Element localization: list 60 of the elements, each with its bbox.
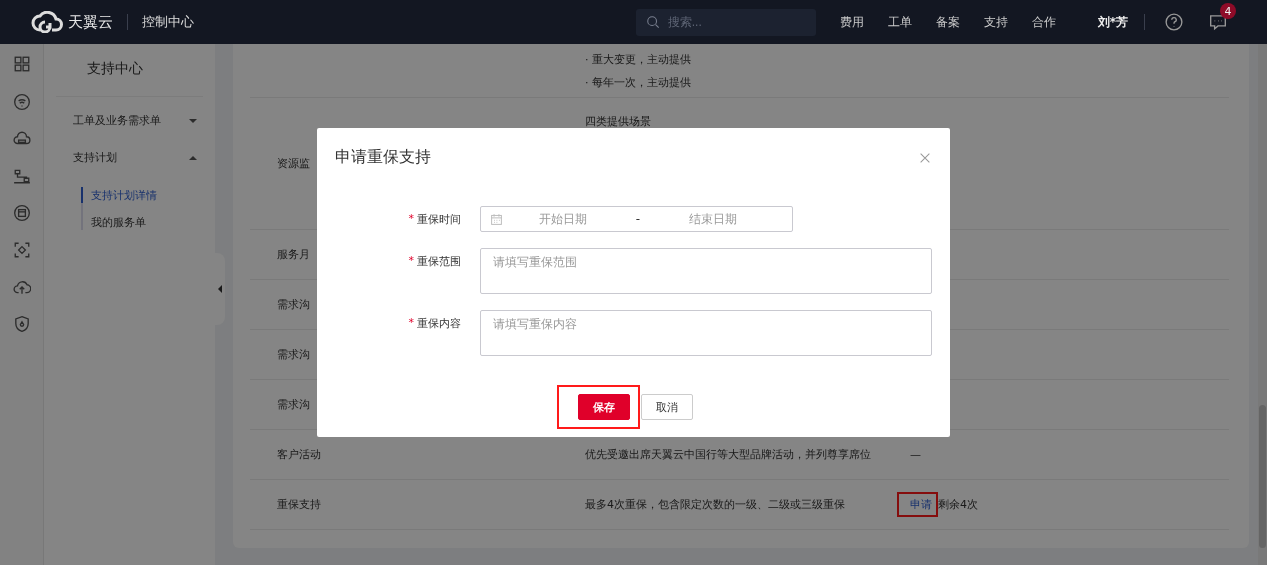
remaining-count: 剩余4次 [938, 497, 978, 512]
notification-badge: 4 [1220, 3, 1236, 19]
signal-icon[interactable] [12, 93, 31, 111]
description-text: 最多4次重保，包含限定次数的一级、二级或三级重保 [585, 497, 846, 512]
row-name: 需求沟 [277, 348, 310, 361]
description-text: · 每年一次，主动提供 [585, 74, 692, 90]
logo-text: 天翼云 [68, 12, 113, 32]
cloud-upload-icon[interactable] [12, 278, 31, 296]
menu-group[interactable]: 支持计划 [44, 139, 215, 176]
collapse-icon [218, 285, 222, 293]
row-name: 客户活动 [277, 448, 321, 461]
scan-icon[interactable] [12, 241, 31, 259]
field-label: 重保范围 [417, 254, 461, 270]
menu-group[interactable]: 工单及业务需求单 [44, 102, 215, 139]
required-mark: * [408, 212, 414, 227]
caret-icon [189, 155, 197, 160]
required-mark: * [408, 316, 414, 331]
console-title[interactable]: 控制中心 [142, 13, 194, 31]
field-label: 重保时间 [417, 212, 461, 228]
shield-icon[interactable] [12, 315, 31, 333]
text-area[interactable]: 请填写重保范围 [480, 248, 932, 294]
nav-link[interactable]: 费用 [839, 13, 864, 31]
search-field[interactable]: 搜索... [635, 8, 816, 36]
sidebar-title: 支持中心 [56, 44, 203, 97]
help-icon[interactable] [1165, 13, 1183, 31]
nav-link[interactable]: 合作 [1031, 13, 1056, 31]
field-label: 重保内容 [417, 316, 461, 332]
required-mark: * [408, 254, 414, 269]
text-area[interactable]: 请填写重保内容 [480, 310, 932, 356]
user-name[interactable]: 刘*芳 [1097, 13, 1128, 31]
description-text: 四类提供场景 [585, 114, 652, 129]
caret-icon [189, 118, 197, 123]
row-name: 重保支持 [277, 498, 321, 511]
scrollbar-thumb[interactable] [1259, 405, 1266, 548]
dialog-title: 申请重保支持 [335, 147, 431, 168]
search-icon [645, 15, 660, 29]
description-text: · 重大变更，主动提供 [585, 51, 692, 67]
description-text: 优先受邀出席天翼云中国行等大型品牌活动，并列尊享席位 [585, 447, 872, 462]
network-icon[interactable] [12, 167, 31, 185]
row-name: 需求沟 [277, 398, 310, 411]
row-name: 资源监 [277, 157, 310, 170]
cancel-button[interactable]: 取消 [641, 394, 693, 420]
search-input[interactable]: 搜索... [665, 14, 806, 30]
date-range-field[interactable]: 开始日期 - 结束日期 [480, 206, 793, 232]
grid-icon[interactable] [12, 55, 31, 73]
logo[interactable]: 天翼云 [30, 11, 113, 33]
save-button[interactable]: 保存 [578, 394, 630, 420]
nav-link[interactable]: 备案 [935, 13, 960, 31]
row-name: 服务月 [277, 248, 310, 261]
row-name: 需求沟 [277, 298, 310, 311]
nav-link[interactable]: 工单 [887, 13, 912, 31]
range-separator: - [634, 212, 642, 226]
collapse-handle[interactable] [215, 253, 225, 325]
message-icon[interactable] [1209, 13, 1227, 31]
nav-link[interactable]: 支持 [983, 13, 1008, 31]
empty-value: — [910, 448, 921, 461]
window-icon[interactable] [12, 204, 31, 222]
cloud-logo-icon [30, 11, 64, 33]
menu-item[interactable]: 我的服务单 [81, 214, 215, 230]
calendar-icon [490, 212, 503, 226]
